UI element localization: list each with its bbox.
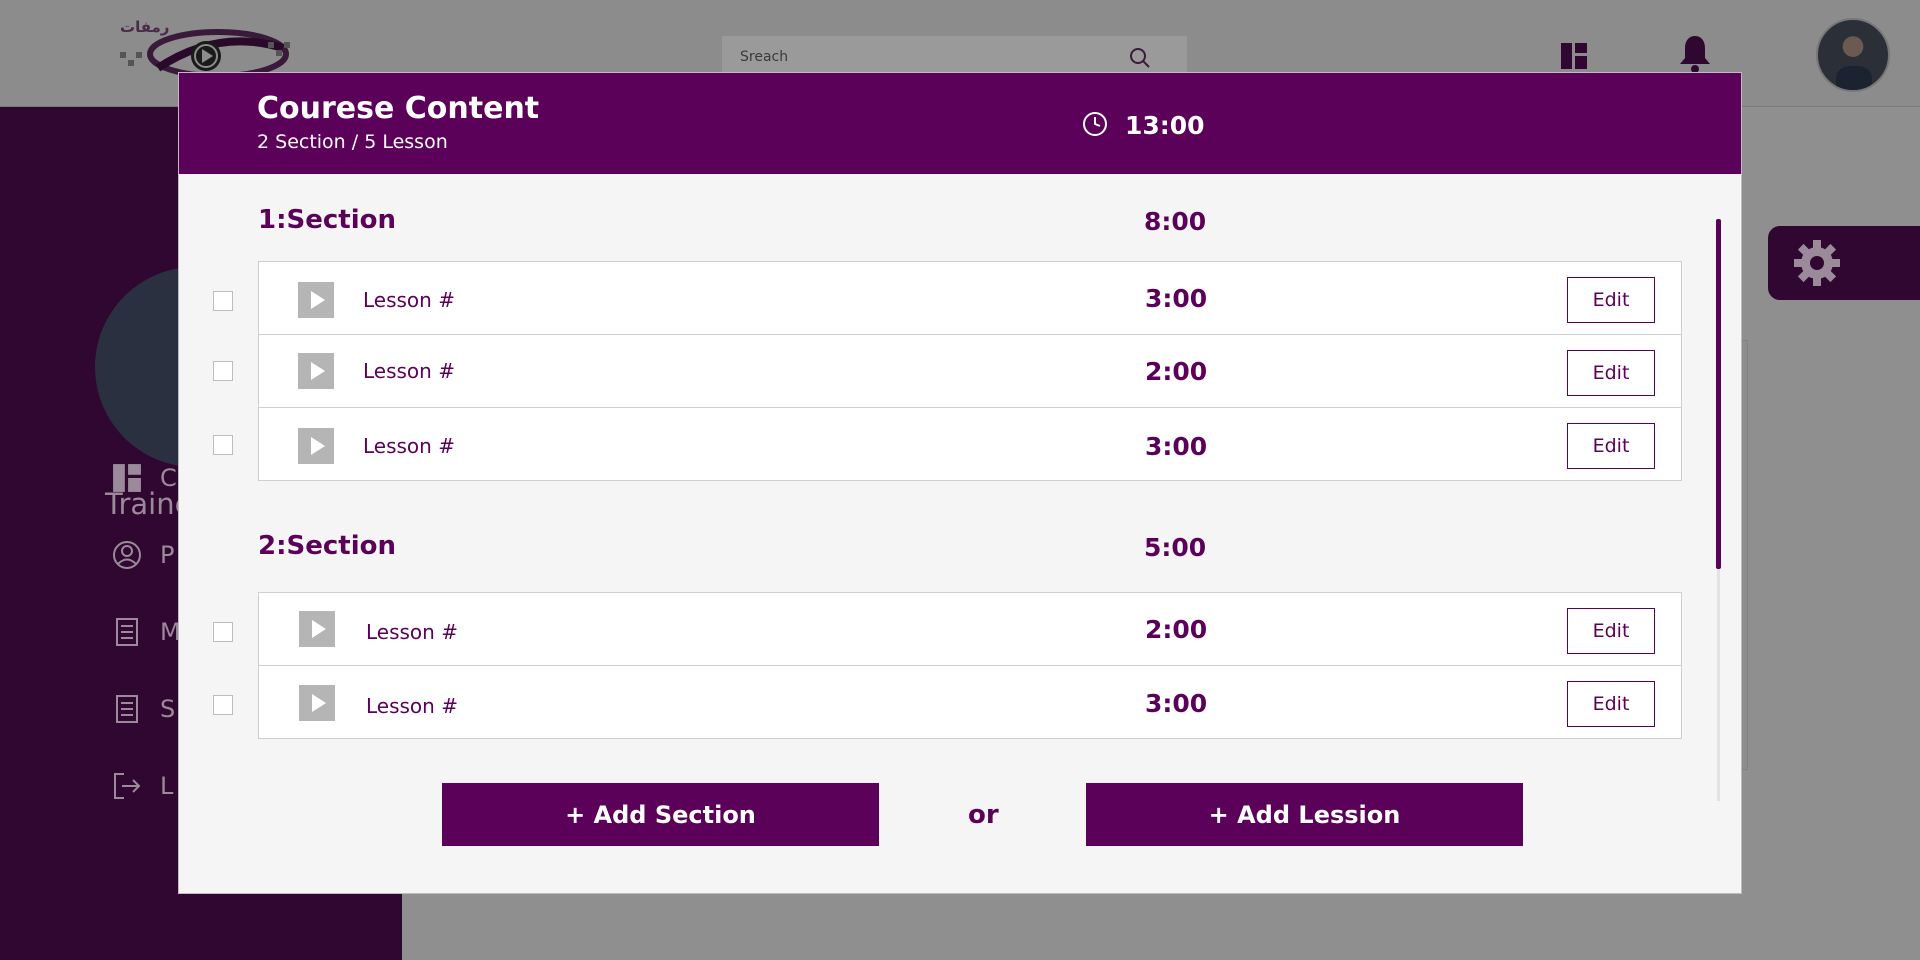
user-avatar[interactable] bbox=[1816, 18, 1890, 92]
edit-lesson-button[interactable]: Edit bbox=[1567, 423, 1655, 469]
edit-lesson-button[interactable]: Edit bbox=[1567, 608, 1655, 654]
course-content-modal: Courese Content 2 Section / 5 Lesson 13:… bbox=[178, 72, 1742, 894]
document-list-icon bbox=[116, 695, 138, 723]
notification-bell-icon[interactable] bbox=[1678, 34, 1712, 74]
edit-lesson-button[interactable]: Edit bbox=[1567, 681, 1655, 727]
lesson-name: Lesson # bbox=[363, 434, 455, 458]
clock-icon bbox=[1083, 112, 1107, 136]
add-lesson-button[interactable]: + Add Lession bbox=[1086, 783, 1523, 846]
lesson-row: Lesson # 2:00 Edit bbox=[259, 335, 1681, 408]
or-separator: or bbox=[968, 800, 999, 830]
sidebar-item-label: P bbox=[160, 541, 175, 569]
lesson-checkbox[interactable] bbox=[213, 622, 233, 642]
lesson-name: Lesson # bbox=[363, 359, 455, 383]
lesson-duration: 3:00 bbox=[1145, 432, 1208, 461]
lesson-checkbox[interactable] bbox=[213, 291, 233, 311]
modal-subtitle: 2 Section / 5 Lesson bbox=[257, 131, 448, 153]
scrollbar-thumb[interactable] bbox=[1716, 219, 1721, 569]
logout-icon bbox=[114, 773, 141, 799]
search-icon[interactable] bbox=[1128, 46, 1152, 70]
lesson-duration: 2:00 bbox=[1145, 615, 1208, 644]
lesson-name: Lesson # bbox=[363, 288, 455, 312]
section-duration: 8:00 bbox=[1144, 207, 1207, 236]
dashboard-icon bbox=[113, 464, 141, 492]
lesson-checkbox[interactable] bbox=[213, 361, 233, 381]
play-icon[interactable] bbox=[299, 611, 335, 647]
sidebar-item-label: L bbox=[160, 772, 174, 800]
section-title: 2:Section bbox=[258, 531, 396, 561]
play-icon[interactable] bbox=[298, 282, 334, 318]
lesson-duration: 3:00 bbox=[1145, 689, 1208, 718]
document-list-icon bbox=[116, 618, 138, 646]
sidebar-item-label: S bbox=[160, 695, 176, 723]
play-icon[interactable] bbox=[299, 685, 335, 721]
edit-lesson-button[interactable]: Edit bbox=[1567, 350, 1655, 396]
section-title: 1:Section bbox=[258, 205, 396, 235]
section-lesson-list: Lesson # 3:00 Edit Lesson # 2:00 Edit Le… bbox=[258, 261, 1682, 481]
lesson-checkbox[interactable] bbox=[213, 435, 233, 455]
lesson-checkbox[interactable] bbox=[213, 695, 233, 715]
total-duration: 13:00 bbox=[1125, 111, 1205, 140]
settings-tab[interactable] bbox=[1768, 226, 1920, 300]
section-duration: 5:00 bbox=[1144, 533, 1207, 562]
lesson-duration: 2:00 bbox=[1145, 357, 1208, 386]
lesson-row: Lesson # 2:00 Edit bbox=[259, 593, 1681, 666]
lesson-name: Lesson # bbox=[366, 694, 458, 718]
lesson-row: Lesson # 3:00 Edit bbox=[259, 408, 1681, 481]
dashboard-icon[interactable] bbox=[1560, 42, 1588, 70]
modal-title: Courese Content bbox=[257, 91, 540, 126]
profile-icon bbox=[113, 541, 141, 569]
lesson-row: Lesson # 3:00 Edit bbox=[259, 666, 1681, 739]
section-lesson-list: Lesson # 2:00 Edit Lesson # 3:00 Edit bbox=[258, 592, 1682, 739]
lesson-name: Lesson # bbox=[366, 620, 458, 644]
add-section-button[interactable]: + Add Section bbox=[442, 783, 879, 846]
play-icon[interactable] bbox=[298, 353, 334, 389]
modal-header: Courese Content 2 Section / 5 Lesson 13:… bbox=[179, 73, 1741, 174]
lesson-duration: 3:00 bbox=[1145, 284, 1208, 313]
gear-icon bbox=[1794, 240, 1840, 286]
lesson-row: Lesson # 3:00 Edit bbox=[259, 262, 1681, 335]
sidebar-item-label: C bbox=[160, 464, 177, 492]
edit-lesson-button[interactable]: Edit bbox=[1567, 277, 1655, 323]
search-input[interactable] bbox=[740, 46, 1120, 68]
play-icon[interactable] bbox=[298, 428, 334, 464]
